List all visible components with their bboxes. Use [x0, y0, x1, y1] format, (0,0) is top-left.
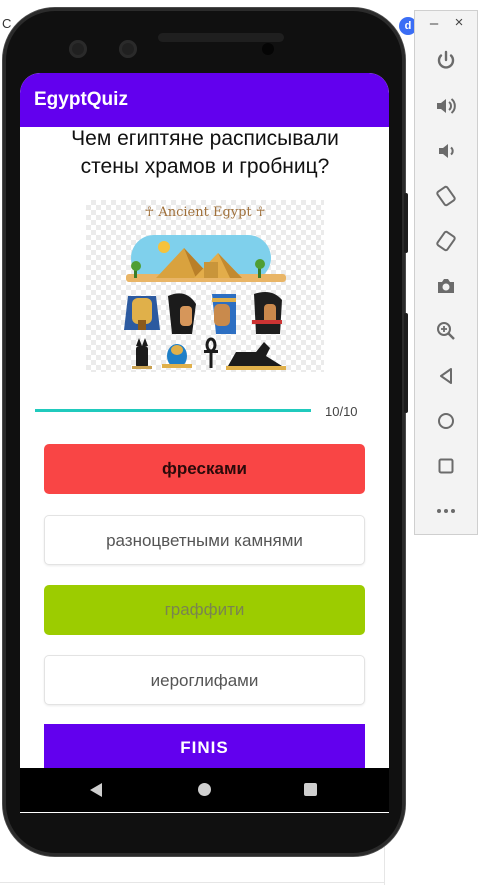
more-icon[interactable] — [434, 499, 458, 523]
home-icon[interactable] — [434, 409, 458, 433]
sphinx-icon — [204, 262, 218, 278]
egyptian-head-icon — [168, 293, 196, 334]
anubis-icon — [226, 342, 286, 370]
device-screen: EgyptQuiz Чем египтяне расписывали стены… — [20, 73, 389, 813]
pharaoh-mask-icon — [124, 296, 160, 330]
question-text: Чем египтяне расписывали стены храмов и … — [71, 127, 339, 178]
volume-side-button — [404, 313, 408, 413]
volume-down-icon[interactable] — [434, 139, 458, 163]
queen-head-icon — [252, 292, 282, 334]
home-icon[interactable] — [198, 783, 211, 796]
power-icon[interactable] — [434, 49, 458, 73]
palm-leaves — [131, 261, 141, 271]
cat-statue-icon — [132, 338, 152, 369]
answer-button-3[interactable]: граффити — [44, 585, 365, 635]
camera-icon[interactable] — [434, 274, 458, 298]
minimize-button[interactable]: – — [427, 15, 441, 32]
question-image: ☥ Ancient Egypt ☥ — [86, 200, 324, 372]
earpiece-speaker — [158, 33, 284, 42]
rotate-right-icon[interactable] — [434, 229, 458, 253]
progress-label: 10/10 — [325, 404, 358, 419]
nefertiti-head-icon — [212, 294, 236, 334]
sun-icon — [158, 241, 170, 253]
app-bar: EgyptQuiz — [20, 73, 389, 127]
emulator-toolbar: – × — [414, 10, 478, 535]
system-nav-bar — [20, 768, 389, 812]
palm-leaves — [255, 259, 265, 269]
background-divider — [0, 882, 384, 883]
volume-up-icon[interactable] — [434, 94, 458, 118]
proximity-sensor — [262, 43, 274, 55]
close-button[interactable]: × — [452, 14, 466, 31]
answer-button-1[interactable]: фресками — [44, 444, 365, 494]
front-camera — [69, 40, 87, 58]
progress-bar — [35, 409, 311, 412]
background-text: С — [2, 16, 12, 31]
scarab-icon — [162, 344, 192, 368]
front-sensor — [119, 40, 137, 58]
back-icon[interactable] — [434, 364, 458, 388]
overview-icon[interactable] — [434, 454, 458, 478]
recents-icon[interactable] — [304, 783, 317, 796]
app-title: EgyptQuiz — [34, 89, 128, 110]
back-icon[interactable] — [90, 783, 102, 797]
egypt-illustration — [124, 235, 286, 370]
rotate-left-icon[interactable] — [434, 184, 458, 208]
zoom-icon[interactable] — [434, 319, 458, 343]
ankh-icon — [204, 337, 218, 368]
answer-button-2[interactable]: разноцветными камнями — [44, 515, 365, 565]
answer-button-4[interactable]: иероглифами — [44, 655, 365, 705]
finish-button[interactable]: FINIS — [44, 724, 365, 774]
progress-fill — [35, 409, 311, 412]
power-side-button — [404, 193, 408, 253]
